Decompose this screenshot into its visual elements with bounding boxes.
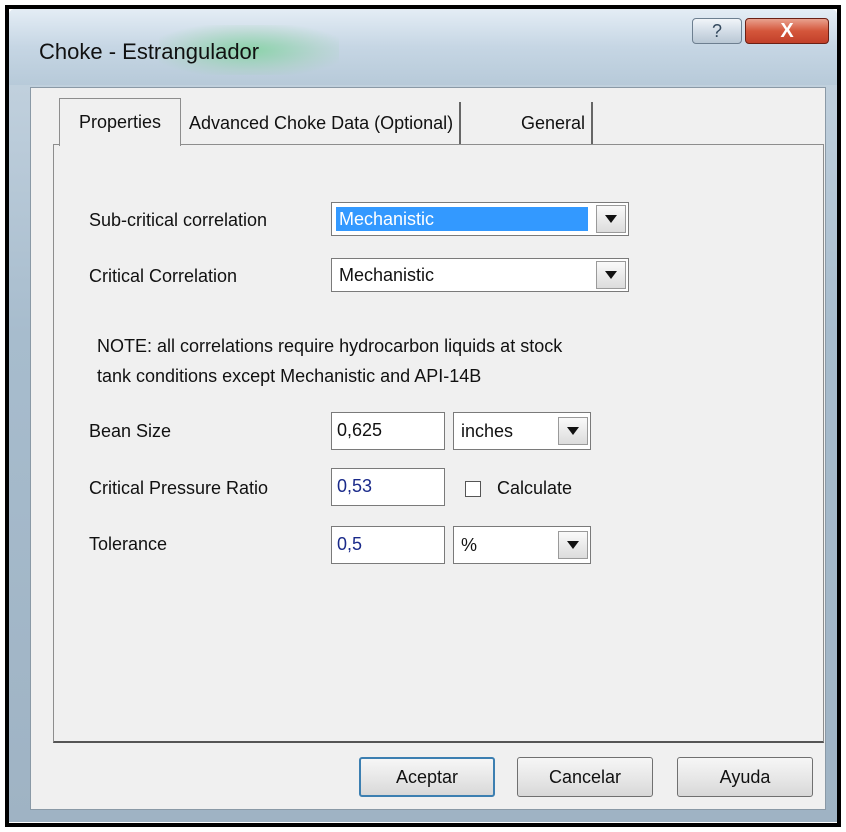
calculate-label: Calculate — [497, 478, 573, 498]
chevron-down-icon — [605, 271, 617, 279]
dropdown-arrow-button[interactable] — [596, 205, 626, 233]
tab-advanced-choke-data[interactable]: Advanced Choke Data (Optional) — [183, 102, 462, 144]
subcritical-correlation-value: Mechanistic — [336, 207, 588, 231]
cancel-button[interactable]: Cancelar — [517, 757, 653, 797]
tab-properties[interactable]: Properties — [59, 98, 181, 146]
title-bar[interactable]: Choke - Estrangulador ? X — [9, 9, 837, 85]
critical-pressure-ratio-input[interactable]: 0,53 — [331, 468, 445, 506]
help-button[interactable]: Ayuda — [677, 757, 813, 797]
chevron-down-icon — [567, 427, 579, 435]
subcritical-correlation-label: Sub-critical correlation — [89, 210, 268, 230]
close-button[interactable]: X — [745, 18, 829, 44]
help-title-button[interactable]: ? — [692, 18, 742, 44]
note-line: NOTE: all correlations require hydrocarb… — [97, 336, 563, 356]
dropdown-arrow-button[interactable] — [596, 261, 626, 289]
dialog-client-area: Properties Advanced Choke Data (Optional… — [30, 87, 826, 810]
bean-size-label: Bean Size — [89, 421, 172, 441]
ok-button[interactable]: Aceptar — [359, 757, 495, 797]
tab-label: General — [521, 112, 586, 133]
choke-dialog: Choke - Estrangulador ? X Properties Adv… — [9, 9, 837, 822]
calculate-checkbox[interactable] — [465, 481, 481, 497]
bean-size-unit-select[interactable]: inches — [453, 412, 591, 450]
tab-label: Advanced Choke Data (Optional) — [189, 112, 454, 133]
tolerance-label: Tolerance — [89, 534, 168, 554]
question-mark-icon: ? — [711, 20, 722, 41]
tab-general[interactable]: General — [515, 102, 594, 144]
bean-size-input[interactable]: 0,625 — [331, 412, 445, 450]
subcritical-correlation-select[interactable]: Mechanistic — [331, 202, 629, 236]
dropdown-arrow-button[interactable] — [558, 417, 588, 445]
tolerance-unit-select[interactable]: % — [453, 526, 591, 564]
close-icon: X — [780, 19, 794, 42]
critical-pressure-ratio-label: Critical Pressure Ratio — [89, 478, 269, 498]
note-line: tank conditions except Mechanistic and A… — [97, 366, 482, 386]
critical-correlation-select[interactable]: Mechanistic — [331, 258, 629, 292]
critical-correlation-value: Mechanistic — [339, 265, 435, 285]
tolerance-unit-value: % — [461, 535, 478, 555]
window-title: Choke - Estrangulador — [39, 39, 260, 64]
chevron-down-icon — [605, 215, 617, 223]
correlation-note: NOTE: all correlations require hydrocarb… — [97, 331, 697, 391]
tolerance-input[interactable]: 0,5 — [331, 526, 445, 564]
chevron-down-icon — [567, 541, 579, 549]
critical-correlation-label: Critical Correlation — [89, 266, 238, 286]
tab-label: Properties — [78, 112, 162, 132]
dropdown-arrow-button[interactable] — [558, 531, 588, 559]
bean-size-unit-value: inches — [461, 421, 514, 441]
